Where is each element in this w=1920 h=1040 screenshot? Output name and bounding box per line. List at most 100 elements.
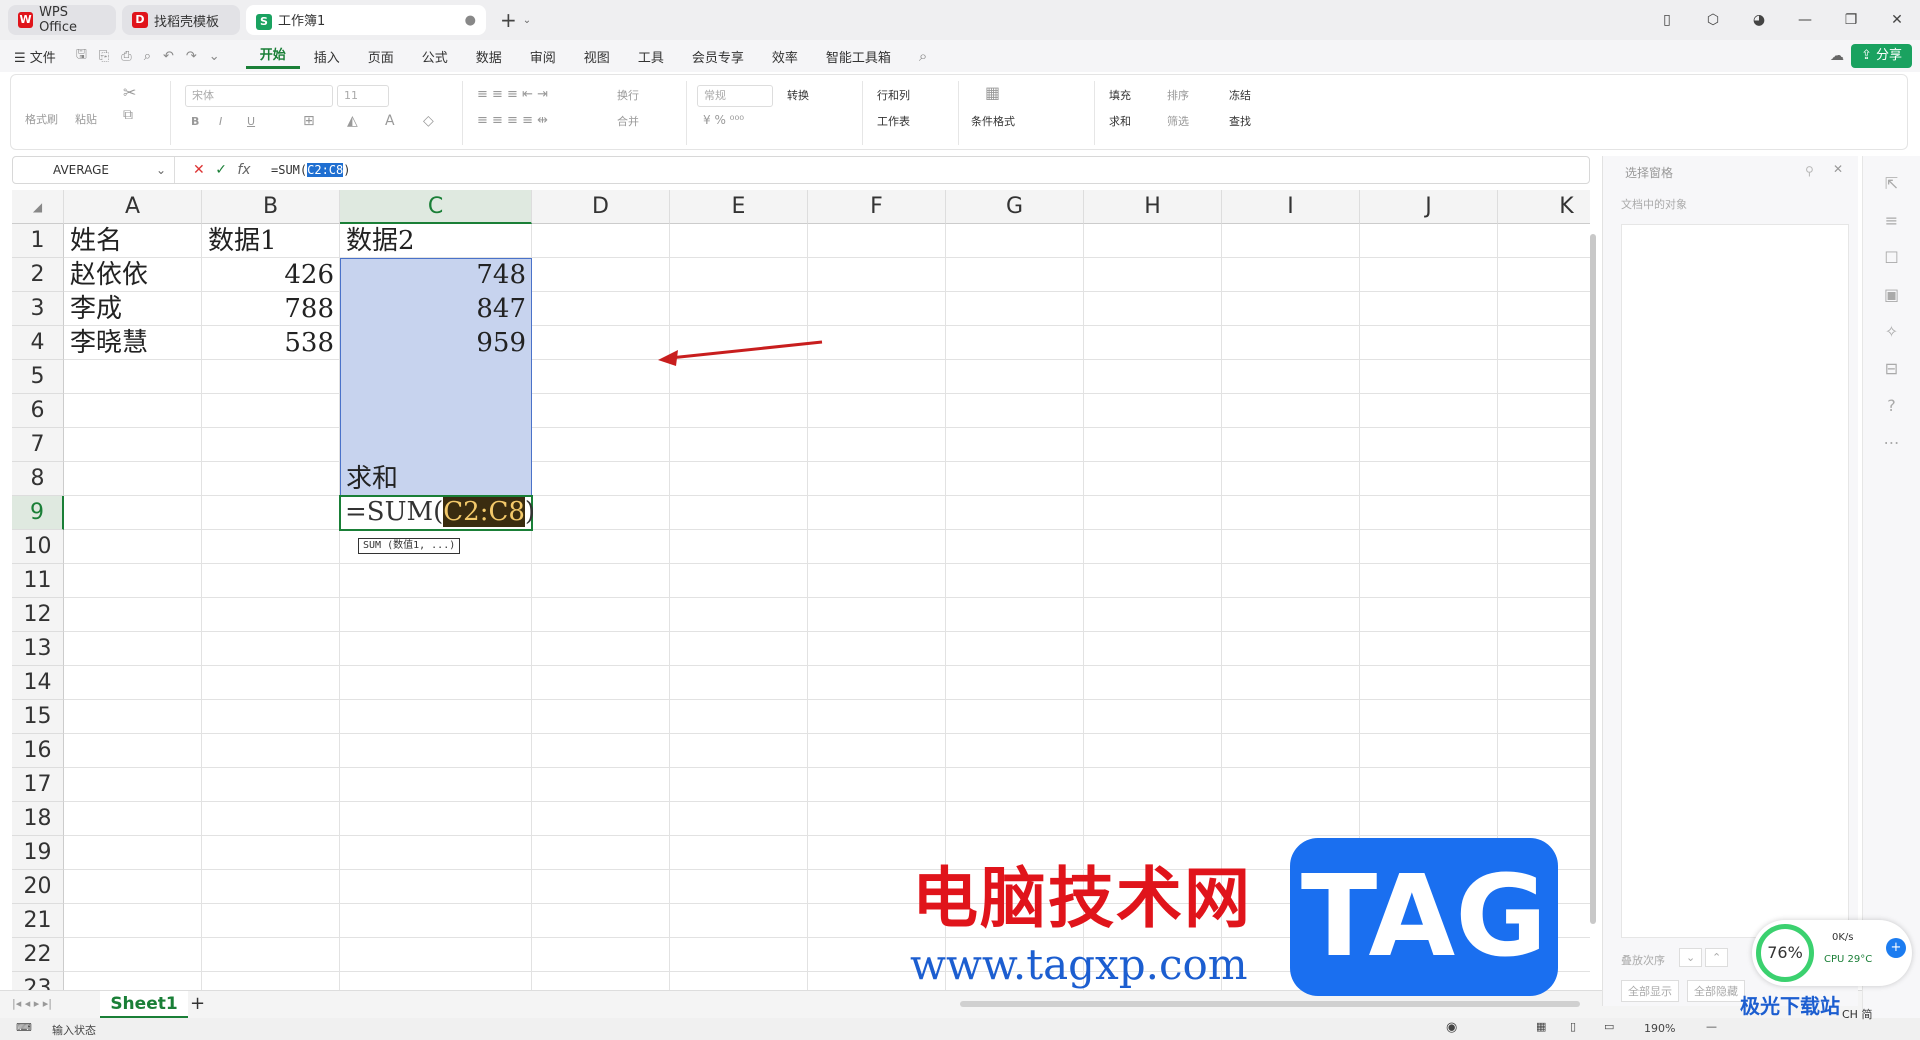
column-header-c[interactable]: C: [340, 190, 532, 224]
number-format-select[interactable]: 常规: [697, 85, 773, 107]
row-header-22[interactable]: 22: [12, 938, 64, 972]
clear-icon[interactable]: ◇: [423, 113, 434, 129]
cell-c1[interactable]: 数据2: [340, 224, 532, 258]
currency-icons[interactable]: ¥ % ⁰⁰⁰: [703, 113, 744, 127]
format-painter-button[interactable]: 格式刷: [25, 111, 58, 127]
fx-icon[interactable]: fx: [237, 162, 250, 178]
select-all-corner[interactable]: ◢: [12, 190, 64, 224]
menu-file[interactable]: ☰ 文件: [0, 47, 70, 66]
sort-button[interactable]: 排序: [1167, 87, 1189, 103]
row-header-16[interactable]: 16: [12, 734, 64, 768]
row-header-7[interactable]: 7: [12, 428, 64, 462]
vertical-scrollbar[interactable]: [1588, 230, 1598, 990]
help-icon[interactable]: ?: [1863, 396, 1920, 415]
cond-format-button[interactable]: 条件格式: [971, 113, 1015, 129]
zoom-out-icon[interactable]: —: [1706, 1020, 1717, 1033]
find-button[interactable]: 查找: [1229, 113, 1251, 129]
border-icon[interactable]: ⊞: [303, 113, 315, 129]
menu-efficiency[interactable]: 效率: [758, 47, 812, 66]
menu-data[interactable]: 数据: [462, 47, 516, 66]
font-color-icon[interactable]: A: [385, 113, 395, 129]
column-header-f[interactable]: F: [808, 190, 946, 224]
tab-list-chevron-icon[interactable]: ⌄: [523, 15, 531, 26]
column-header-g[interactable]: G: [946, 190, 1084, 224]
formula-input[interactable]: =SUM(C2:C8): [271, 157, 350, 183]
row-header-15[interactable]: 15: [12, 700, 64, 734]
sum-button[interactable]: 求和: [1109, 113, 1131, 129]
menu-formula[interactable]: 公式: [408, 47, 462, 66]
column-header-h[interactable]: H: [1084, 190, 1222, 224]
preview-icon[interactable]: ⌕: [138, 49, 157, 64]
new-tab-icon[interactable]: +: [500, 8, 517, 32]
tab-close-dot-icon[interactable]: ●: [465, 13, 476, 28]
menu-insert[interactable]: 插入: [300, 47, 354, 66]
menu-smart-tools[interactable]: 智能工具箱: [812, 47, 905, 66]
sheet-tab-sheet1[interactable]: Sheet1: [100, 991, 188, 1019]
cell-c8[interactable]: 求和: [340, 462, 532, 496]
column-header-d[interactable]: D: [532, 190, 670, 224]
print-icon[interactable]: ⎙: [115, 49, 137, 64]
horizontal-scrollbar[interactable]: [960, 1001, 1580, 1007]
cell-a3[interactable]: 李成: [64, 292, 202, 326]
row-header-10[interactable]: 10: [12, 530, 64, 564]
row-header-5[interactable]: 5: [12, 360, 64, 394]
zoom-level[interactable]: 190%: [1644, 1022, 1675, 1035]
pane-close-icon[interactable]: ✕: [1833, 162, 1843, 176]
minimize-icon[interactable]: —: [1782, 12, 1828, 28]
cell-c3[interactable]: 847: [340, 292, 532, 326]
hide-all-button[interactable]: 全部隐藏: [1687, 980, 1745, 1002]
font-size-select[interactable]: 11: [337, 85, 389, 107]
bold-icon[interactable]: B: [191, 115, 199, 128]
convert-button[interactable]: 转换: [787, 87, 809, 103]
cell-b3[interactable]: 788: [202, 292, 340, 326]
row-header-20[interactable]: 20: [12, 870, 64, 904]
row-header-9[interactable]: 9: [12, 496, 64, 530]
share-button[interactable]: ⇪ 分享: [1850, 44, 1912, 68]
restore-icon[interactable]: ❐: [1828, 12, 1874, 28]
row-header-8[interactable]: 8: [12, 462, 64, 496]
column-header-j[interactable]: J: [1360, 190, 1498, 224]
paste-button[interactable]: 粘贴: [75, 111, 97, 127]
align-icons[interactable]: ≡ ≡ ≡ ⇤ ⇥: [477, 87, 548, 102]
object-list[interactable]: [1621, 224, 1849, 938]
add-sheet-icon[interactable]: +: [190, 993, 205, 1014]
column-header-a[interactable]: A: [64, 190, 202, 224]
row-header-14[interactable]: 14: [12, 666, 64, 700]
name-box[interactable]: AVERAGE ⌄: [13, 157, 175, 183]
menu-page[interactable]: 页面: [354, 47, 408, 66]
eye-icon[interactable]: ◉: [1446, 1020, 1457, 1035]
view-page-icon[interactable]: ▯: [1570, 1020, 1576, 1033]
layout-panel-icon[interactable]: ⊟: [1863, 359, 1920, 378]
row-header-4[interactable]: 4: [12, 326, 64, 360]
row-header-13[interactable]: 13: [12, 632, 64, 666]
show-all-button[interactable]: 全部显示: [1621, 980, 1679, 1002]
tools-icon[interactable]: ✧: [1863, 322, 1920, 341]
row-col-button[interactable]: 行和列: [877, 87, 910, 103]
cut-icon[interactable]: ✂: [123, 83, 136, 102]
boost-icon[interactable]: +: [1886, 938, 1906, 958]
column-header-k[interactable]: K: [1498, 190, 1590, 224]
cell-c2[interactable]: 748: [340, 258, 532, 292]
image-icon[interactable]: ▣: [1863, 285, 1920, 304]
row-header-23[interactable]: 23: [12, 972, 64, 990]
underline-icon[interactable]: U: [247, 115, 255, 128]
menu-review[interactable]: 审阅: [516, 47, 570, 66]
row-header-17[interactable]: 17: [12, 768, 64, 802]
quick-more-icon[interactable]: ⌄: [203, 49, 226, 64]
row-header-11[interactable]: 11: [12, 564, 64, 598]
comment-icon[interactable]: ☐: [1863, 248, 1920, 267]
save-icon[interactable]: 🖫: [70, 45, 93, 67]
font-family-select[interactable]: 宋体: [185, 85, 333, 107]
view-normal-icon[interactable]: ▦: [1536, 1020, 1546, 1033]
redo-icon[interactable]: ↷: [180, 49, 203, 64]
align-icons-2[interactable]: ≡ ≡ ≡ ≡ ⇹: [477, 113, 548, 128]
pin-icon[interactable]: ⚲: [1805, 164, 1814, 178]
export-icon[interactable]: ⎘: [93, 49, 115, 64]
table-style-icon[interactable]: ▦: [985, 83, 1000, 102]
tab-workbook[interactable]: S 工作簿1 ●: [246, 5, 486, 35]
order-down-button[interactable]: ⌄: [1679, 948, 1703, 967]
cancel-icon[interactable]: ✕: [193, 162, 205, 178]
row-header-12[interactable]: 12: [12, 598, 64, 632]
row-header-19[interactable]: 19: [12, 836, 64, 870]
cell-a4[interactable]: 李晓慧: [64, 326, 202, 360]
